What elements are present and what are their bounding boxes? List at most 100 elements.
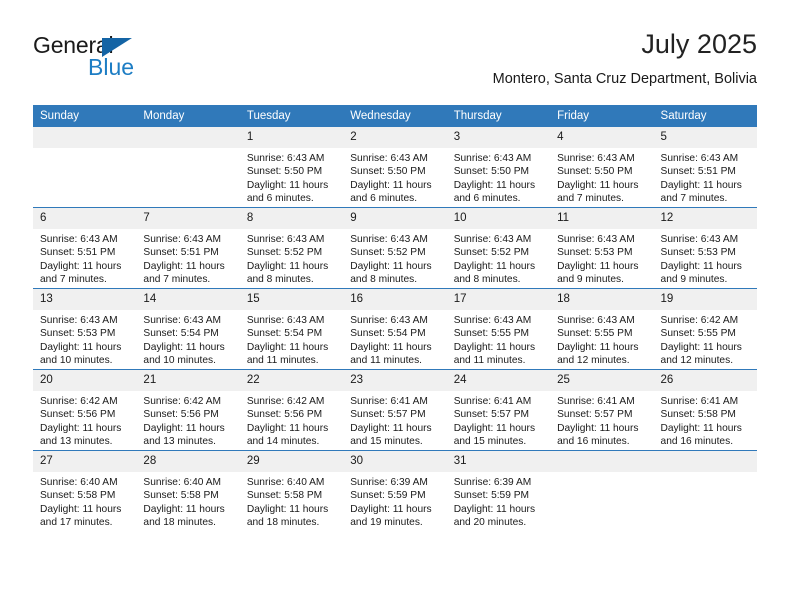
day-number: 16 — [343, 289, 447, 310]
day-sun-info: Sunrise: 6:43 AM Sunset: 5:50 PM Daylight:… — [447, 148, 550, 206]
calendar-day-cell[interactable]: 19 Sunrise: 6:42 AM Sunset: 5:55 PM Dayligh… — [653, 288, 757, 370]
daylight-text-line2: and 16 minutes. — [660, 436, 734, 448]
calendar-day-cell[interactable]: 20 Sunrise: 6:42 AM Sunset: 5:56 PM Dayligh… — [33, 369, 137, 451]
sunset-text: Sunset: 5:57 PM — [453, 409, 530, 421]
daylight-text-line2: and 11 minutes. — [350, 355, 423, 367]
daylight-text-line2: and 17 minutes. — [40, 517, 113, 529]
weekday-header-tuesday: Tuesday — [239, 105, 344, 127]
day-sun-info: Sunrise: 6:43 AM Sunset: 5:50 PM Daylight:… — [343, 148, 446, 206]
daylight-text-line1: Daylight: 11 hours — [453, 341, 536, 353]
calendar-day-cell[interactable]: 17 Sunrise: 6:43 AM Sunset: 5:55 PM Dayligh… — [446, 288, 551, 370]
calendar-day-cell[interactable]: 21 Sunrise: 6:42 AM Sunset: 5:56 PM Dayligh… — [136, 369, 240, 451]
calendar-day-cell[interactable]: 12 Sunrise: 6:43 AM Sunset: 5:53 PM Dayligh… — [653, 207, 757, 289]
brand-logo[interactable]: General Blue — [33, 32, 233, 88]
day-number: 10 — [446, 208, 551, 229]
calendar-day-cell[interactable]: 27 Sunrise: 6:40 AM Sunset: 5:58 PM Dayligh… — [33, 450, 137, 531]
daylight-text-line1: Daylight: 11 hours — [143, 422, 225, 434]
daylight-text-line2: and 18 minutes. — [246, 517, 320, 529]
sunrise-text: Sunrise: 6:43 AM — [143, 234, 222, 245]
daylight-text-line1: Daylight: 11 hours — [246, 503, 329, 515]
calendar-day-cell[interactable]: 10 Sunrise: 6:43 AM Sunset: 5:52 PM Dayligh… — [446, 207, 551, 289]
calendar-day-cell[interactable]: 24 Sunrise: 6:41 AM Sunset: 5:57 PM Dayligh… — [446, 369, 551, 451]
sunrise-text: Sunrise: 6:43 AM — [557, 153, 635, 164]
sunset-text: Sunset: 5:55 PM — [660, 328, 736, 340]
daylight-text-line1: Daylight: 11 hours — [660, 422, 742, 434]
daylight-text-line1: Daylight: 11 hours — [453, 179, 536, 191]
daylight-text-line2: and 18 minutes. — [143, 517, 216, 529]
daylight-text-line1: Daylight: 11 hours — [350, 179, 432, 191]
day-sun-info: Sunrise: 6:43 AM Sunset: 5:52 PM Daylight:… — [447, 229, 550, 287]
sunset-text: Sunset: 5:52 PM — [350, 247, 426, 259]
calendar-day-cell[interactable]: 6 Sunrise: 6:43 AM Sunset: 5:51 PM Daylight… — [33, 207, 137, 289]
daylight-text-line1: Daylight: 11 hours — [40, 422, 122, 434]
day-sun-info: Sunrise: 6:40 AM Sunset: 5:58 PM Daylight:… — [136, 472, 239, 530]
day-number: 30 — [343, 451, 447, 472]
day-sun-info: Sunrise: 6:43 AM Sunset: 5:55 PM Daylight:… — [447, 310, 550, 368]
daylight-text-line2: and 11 minutes. — [453, 355, 526, 367]
sunrise-text: Sunrise: 6:43 AM — [40, 234, 118, 245]
daylight-text-line2: and 8 minutes. — [453, 274, 521, 286]
calendar-day-cell[interactable]: 30 Sunrise: 6:39 AM Sunset: 5:59 PM Dayligh… — [343, 450, 447, 531]
daylight-text-line1: Daylight: 11 hours — [143, 341, 225, 353]
sunrise-text: Sunrise: 6:40 AM — [246, 477, 325, 488]
sunrise-text: Sunrise: 6:43 AM — [246, 153, 325, 164]
sunset-text: Sunset: 5:50 PM — [557, 166, 633, 178]
day-number: 25 — [550, 370, 654, 391]
calendar-week-row: 6 Sunrise: 6:43 AM Sunset: 5:51 PM Daylight… — [33, 207, 757, 289]
sunrise-text: Sunrise: 6:43 AM — [660, 153, 739, 164]
calendar-day-cell[interactable]: 18 Sunrise: 6:43 AM Sunset: 5:55 PM Dayligh… — [550, 288, 654, 370]
calendar-day-cell[interactable]: 7 Sunrise: 6:43 AM Sunset: 5:51 PM Daylight… — [136, 207, 240, 289]
calendar-day-cell[interactable]: 1 Sunrise: 6:43 AM Sunset: 5:50 PM Daylight… — [239, 127, 344, 208]
daylight-text-line2: and 11 minutes. — [246, 355, 319, 367]
calendar-day-cell[interactable]: 23 Sunrise: 6:41 AM Sunset: 5:57 PM Dayligh… — [343, 369, 447, 451]
daylight-text-line1: Daylight: 11 hours — [246, 422, 329, 434]
daylight-text-line1: Daylight: 11 hours — [557, 179, 639, 191]
calendar-day-cell[interactable]: 2 Sunrise: 6:43 AM Sunset: 5:50 PM Daylight… — [343, 127, 447, 208]
sunset-text: Sunset: 5:56 PM — [143, 409, 219, 421]
day-sun-info: Sunrise: 6:42 AM Sunset: 5:56 PM Daylight:… — [33, 391, 136, 449]
calendar-day-cell[interactable]: 3 Sunrise: 6:43 AM Sunset: 5:50 PM Daylight… — [446, 127, 551, 208]
calendar-day-cell[interactable]: 5 Sunrise: 6:43 AM Sunset: 5:51 PM Daylight… — [653, 127, 757, 208]
calendar-day-cell[interactable]: 28 Sunrise: 6:40 AM Sunset: 5:58 PM Dayligh… — [136, 450, 240, 531]
day-number: 28 — [136, 451, 240, 472]
calendar-day-cell[interactable]: 29 Sunrise: 6:40 AM Sunset: 5:58 PM Dayligh… — [239, 450, 344, 531]
sunrise-text: Sunrise: 6:43 AM — [350, 315, 428, 326]
day-number: 24 — [446, 370, 551, 391]
calendar-empty-cell — [136, 127, 240, 208]
calendar-day-cell[interactable]: 25 Sunrise: 6:41 AM Sunset: 5:57 PM Dayligh… — [550, 369, 654, 451]
sunrise-text: Sunrise: 6:43 AM — [246, 234, 325, 245]
sunrise-text: Sunrise: 6:43 AM — [350, 153, 428, 164]
calendar-day-cell[interactable]: 9 Sunrise: 6:43 AM Sunset: 5:52 PM Daylight… — [343, 207, 447, 289]
daylight-text-line2: and 12 minutes. — [557, 355, 630, 367]
calendar-day-cell[interactable]: 14 Sunrise: 6:43 AM Sunset: 5:54 PM Dayligh… — [136, 288, 240, 370]
day-sun-info: Sunrise: 6:39 AM Sunset: 5:59 PM Daylight:… — [447, 472, 550, 530]
day-number: 15 — [239, 289, 344, 310]
daylight-text-line1: Daylight: 11 hours — [660, 260, 742, 272]
calendar-header-row: Sunday Monday Tuesday Wednesday Thursday… — [33, 105, 757, 127]
day-sun-info: Sunrise: 6:43 AM Sunset: 5:50 PM Daylight:… — [240, 148, 343, 206]
day-sun-info: Sunrise: 6:42 AM Sunset: 5:55 PM Daylight:… — [654, 310, 757, 368]
calendar-day-cell[interactable]: 31 Sunrise: 6:39 AM Sunset: 5:59 PM Dayligh… — [446, 450, 551, 531]
sunrise-text: Sunrise: 6:41 AM — [453, 396, 532, 407]
location-subtitle: Montero, Santa Cruz Department, Bolivia — [492, 71, 757, 87]
day-number: 1 — [239, 127, 344, 148]
day-number: 22 — [239, 370, 344, 391]
calendar-day-cell[interactable]: 8 Sunrise: 6:43 AM Sunset: 5:52 PM Daylight… — [239, 207, 344, 289]
title-block: July 2025 Montero, Santa Cruz Department… — [493, 28, 757, 89]
sunrise-text: Sunrise: 6:43 AM — [40, 315, 118, 326]
calendar-day-cell[interactable]: 13 Sunrise: 6:43 AM Sunset: 5:53 PM Dayligh… — [33, 288, 137, 370]
calendar-day-cell[interactable]: 26 Sunrise: 6:41 AM Sunset: 5:58 PM Dayligh… — [653, 369, 757, 451]
daylight-text-line1: Daylight: 11 hours — [453, 260, 536, 272]
calendar-day-cell[interactable]: 11 Sunrise: 6:43 AM Sunset: 5:53 PM Dayligh… — [550, 207, 654, 289]
calendar-day-cell[interactable]: 4 Sunrise: 6:43 AM Sunset: 5:50 PM Daylight… — [550, 127, 654, 208]
day-number: 11 — [550, 208, 654, 229]
sunrise-text: Sunrise: 6:43 AM — [453, 153, 532, 164]
calendar-day-cell[interactable]: 16 Sunrise: 6:43 AM Sunset: 5:54 PM Dayligh… — [343, 288, 447, 370]
calendar-day-cell[interactable]: 22 Sunrise: 6:42 AM Sunset: 5:56 PM Dayligh… — [239, 369, 344, 451]
daylight-text-line2: and 14 minutes. — [246, 436, 320, 448]
day-number: 19 — [653, 289, 757, 310]
weekday-header-sunday: Sunday — [33, 105, 137, 127]
calendar-empty-cell — [33, 127, 137, 208]
calendar-day-cell[interactable]: 15 Sunrise: 6:43 AM Sunset: 5:54 PM Dayligh… — [239, 288, 344, 370]
day-number: 2 — [343, 127, 447, 148]
